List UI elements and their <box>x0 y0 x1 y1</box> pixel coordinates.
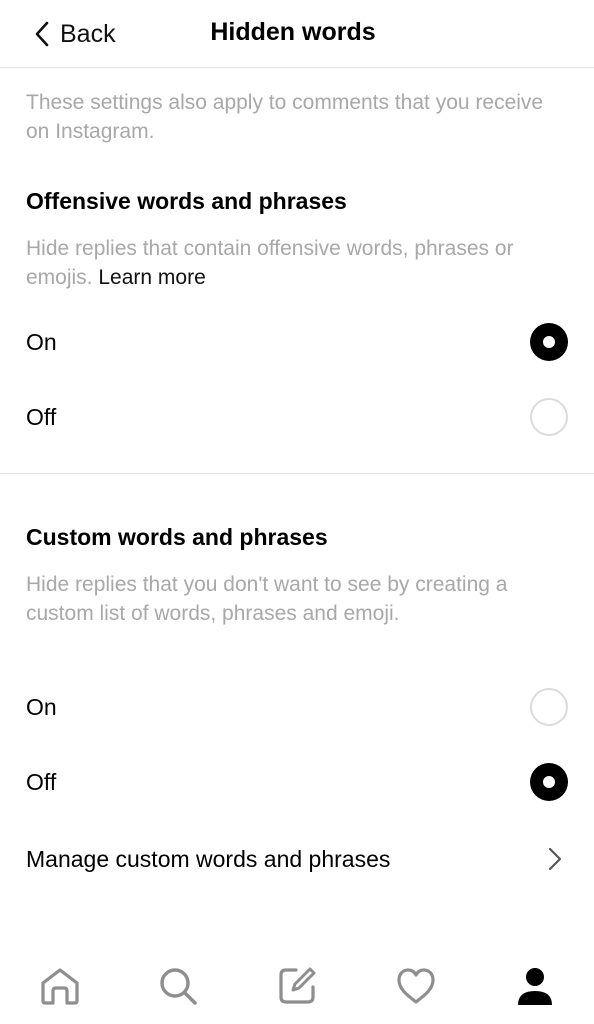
create-icon <box>279 967 316 1004</box>
radio-selected-icon[interactable] <box>530 763 568 801</box>
home-icon <box>41 968 79 1005</box>
header: Back Hidden words <box>0 0 594 68</box>
tab-activity[interactable] <box>394 964 438 1008</box>
tab-search[interactable] <box>156 964 200 1008</box>
radio-selected-icon[interactable] <box>530 323 568 361</box>
manage-custom-words-label: Manage custom words and phrases <box>26 846 391 872</box>
tab-home[interactable] <box>38 964 82 1008</box>
tab-create[interactable] <box>275 964 319 1008</box>
option-label: On <box>26 329 57 355</box>
search-icon <box>160 968 197 1005</box>
custom-option-on[interactable]: On <box>0 677 594 737</box>
radio-unselected-icon[interactable] <box>530 398 568 436</box>
offensive-section-description: Hide replies that contain offensive word… <box>26 234 574 292</box>
offensive-option-off[interactable]: Off <box>0 387 594 447</box>
heart-icon <box>397 968 435 1004</box>
option-label: On <box>26 694 57 720</box>
offensive-section-title: Offensive words and phrases <box>26 188 347 214</box>
manage-custom-words-row[interactable]: Manage custom words and phrases <box>0 830 594 888</box>
intro-text: These settings also apply to comments th… <box>26 91 544 143</box>
section-divider <box>0 473 594 474</box>
radio-unselected-icon[interactable] <box>530 688 568 726</box>
chevron-right-icon <box>548 847 562 871</box>
option-label: Off <box>26 404 57 430</box>
custom-section-title: Custom words and phrases <box>26 524 328 550</box>
custom-option-off[interactable]: Off <box>0 752 594 812</box>
page-title: Hidden words <box>210 18 376 46</box>
custom-section-description: Hide replies that you don't want to see … <box>26 573 508 625</box>
learn-more-link[interactable]: Learn more <box>98 266 205 289</box>
tab-bar <box>0 950 594 1024</box>
profile-icon <box>518 968 552 1005</box>
tab-profile[interactable] <box>513 964 557 1008</box>
offensive-option-on[interactable]: On <box>0 312 594 372</box>
option-label: Off <box>26 769 57 795</box>
